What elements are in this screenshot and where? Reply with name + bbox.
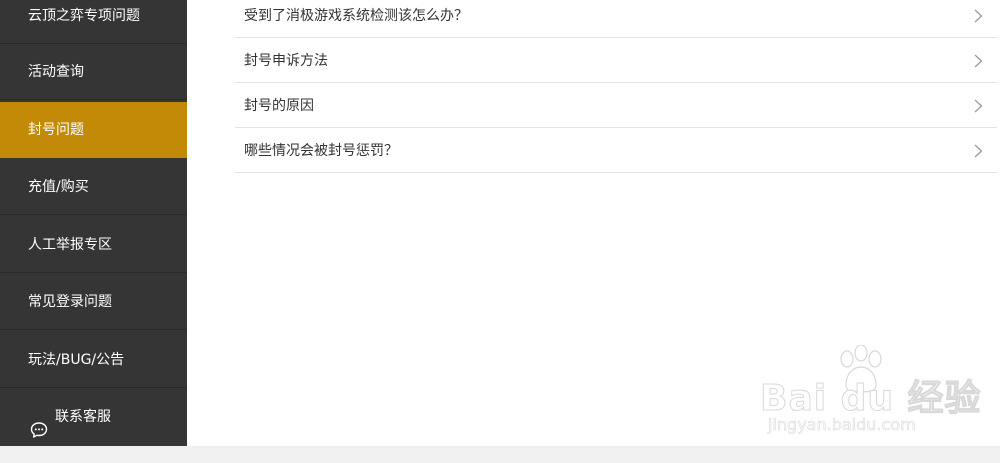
watermark-url: jingyan.baidu.com <box>768 415 916 435</box>
sidebar-nav: 云顶之弈专项问题 活动查询 封号问题 充值/购买 人工举报专区 常见登录问题 玩… <box>0 0 187 446</box>
sidebar-item-activity[interactable]: 活动查询 <box>0 44 187 100</box>
faq-item-ban-cases[interactable]: 哪些情况会被封号惩罚？ <box>235 129 997 173</box>
chevron-right-icon <box>974 9 983 23</box>
contact-support-label: 联系客服 <box>55 409 111 425</box>
faq-item-ban-reason[interactable]: 封号的原因 <box>235 84 997 128</box>
watermark-brand: Bai du 经验 <box>760 378 982 420</box>
contact-support-button[interactable]: 联系客服 <box>0 389 187 445</box>
sidebar-item-tft[interactable]: 云顶之弈专项问题 <box>0 0 187 44</box>
faq-item-ban-appeal[interactable]: 封号申诉方法 <box>235 39 997 83</box>
chevron-right-icon <box>974 99 983 113</box>
chat-bubble-icon <box>30 407 48 438</box>
faq-item-title: 封号的原因 <box>244 98 314 114</box>
baidu-jingyan-watermark: Bai du 经验 jingyan.baidu.com <box>760 345 981 440</box>
sidebar-item-gameplay[interactable]: 玩法/BUG/公告 <box>0 332 187 388</box>
sidebar-item-report[interactable]: 人工举报专区 <box>0 217 187 273</box>
faq-item-negative-play[interactable]: 受到了消极游戏系统检测该怎么办？ <box>235 0 997 38</box>
faq-item-title: 封号申诉方法 <box>244 53 328 69</box>
sidebar-item-ban[interactable]: 封号问题 <box>0 102 187 158</box>
chevron-right-icon <box>974 144 983 158</box>
sidebar-item-login[interactable]: 常见登录问题 <box>0 274 187 330</box>
chevron-right-icon <box>974 54 983 68</box>
faq-item-title: 受到了消极游戏系统检测该怎么办？ <box>244 8 468 24</box>
faq-item-title: 哪些情况会被封号惩罚？ <box>244 143 398 159</box>
sidebar-item-recharge[interactable]: 充值/购买 <box>0 159 187 215</box>
